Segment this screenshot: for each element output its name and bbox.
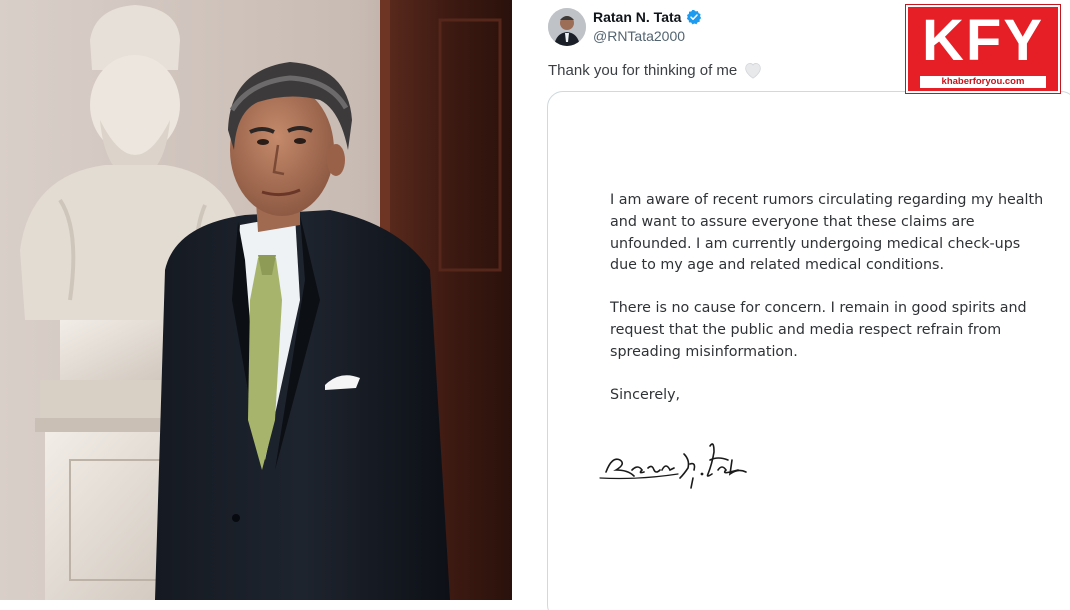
letter-image[interactable]: I am aware of recent rumors circulating … [547, 91, 1070, 610]
verified-badge-icon [687, 10, 702, 25]
logo-letters: KFY [922, 8, 1044, 73]
author-name[interactable]: Ratan N. Tata [593, 9, 702, 25]
logo-url: khaberforyou.com [920, 76, 1046, 88]
kfy-logo: KFY khaberforyou.com [905, 4, 1061, 94]
white-heart-icon [745, 63, 762, 79]
author-handle[interactable]: @RNTata2000 [593, 28, 685, 44]
author-name-text: Ratan N. Tata [593, 9, 682, 25]
letter-paragraph: There is no cause for concern. I remain … [610, 300, 1027, 360]
portrait-illustration [0, 0, 512, 600]
avatar[interactable] [548, 8, 586, 46]
tweet-text: Thank you for thinking of me [548, 61, 763, 79]
letter-closing: Sincerely, [610, 386, 681, 403]
letter-text: I am aware of recent rumors circulating … [610, 190, 1050, 427]
tweet-text-content: Thank you for thinking of me [548, 61, 738, 79]
avatar-image [548, 8, 586, 46]
letter-paragraph: I am aware of recent rumors circulating … [610, 192, 1044, 274]
portrait-photo [0, 0, 512, 600]
handwritten-signature [599, 443, 747, 489]
